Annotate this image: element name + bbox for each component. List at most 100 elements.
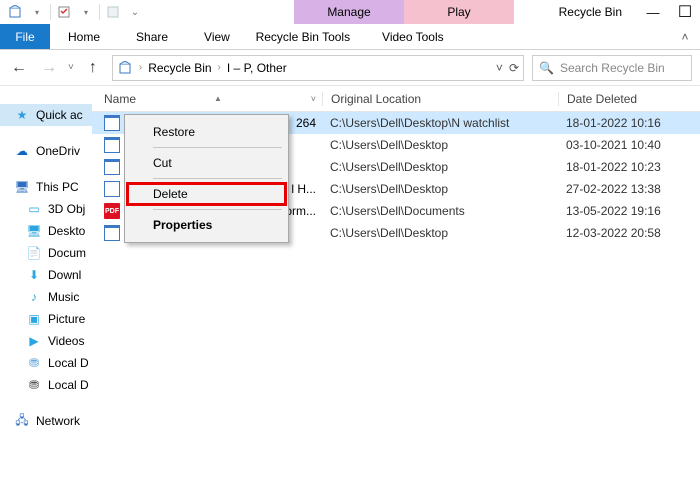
share-tab[interactable]: Share bbox=[118, 24, 186, 49]
cell-original-location: C:\Users\Dell\Desktop bbox=[322, 226, 558, 240]
separator bbox=[153, 209, 282, 210]
ribbon-tabs: File Home Share View Recycle Bin Tools V… bbox=[0, 24, 700, 50]
video-icon: ▶ bbox=[26, 333, 42, 349]
view-tab[interactable]: View bbox=[186, 24, 248, 49]
blank-icon[interactable] bbox=[104, 3, 122, 21]
address-dropdown-icon[interactable]: ˅ bbox=[496, 61, 503, 75]
contextual-tabs: Manage Play bbox=[294, 0, 514, 24]
context-menu-delete[interactable]: Delete bbox=[125, 181, 288, 207]
forward-button[interactable]: → bbox=[38, 57, 60, 79]
sidebar-item-network[interactable]: 🖧 Network bbox=[0, 410, 92, 432]
qat-customize-icon[interactable]: ⌄ bbox=[126, 3, 144, 21]
cell-date-deleted: 12-03-2022 20:58 bbox=[558, 226, 700, 240]
video-tools-tab[interactable]: Video Tools bbox=[358, 24, 468, 49]
home-tab[interactable]: Home bbox=[50, 24, 118, 49]
sidebar-item-local-disk[interactable]: ⛃ Local D bbox=[0, 352, 92, 374]
sidebar-item-label: Deskto bbox=[48, 224, 85, 238]
sidebar-item-pictures[interactable]: ▣ Picture bbox=[0, 308, 92, 330]
properties-icon[interactable] bbox=[55, 3, 73, 21]
cell-date-deleted: 18-01-2022 10:16 bbox=[558, 116, 700, 130]
cell-date-deleted: 27-02-2022 13:38 bbox=[558, 182, 700, 196]
column-header-date-deleted[interactable]: Date Deleted bbox=[558, 92, 700, 106]
sidebar-item-label: Local D bbox=[48, 356, 89, 370]
cell-date-deleted: 13-05-2022 19:16 bbox=[558, 204, 700, 218]
maximize-button[interactable]: ☐ bbox=[670, 0, 700, 24]
sidebar-item-label: Quick ac bbox=[36, 108, 83, 122]
file-icon bbox=[104, 115, 120, 131]
file-list: Name ▲ ˅ Original Location Date Deleted … bbox=[92, 86, 700, 501]
cell-original-location: C:\Users\Dell\Desktop\N watchlist bbox=[322, 116, 558, 130]
chevron-down-icon[interactable]: ▾ bbox=[28, 3, 46, 21]
separator bbox=[99, 4, 100, 20]
picture-icon: ▣ bbox=[26, 311, 42, 327]
recycle-bin-tools-tab[interactable]: Recycle Bin Tools bbox=[248, 24, 358, 49]
sidebar-item-label: Videos bbox=[48, 334, 84, 348]
sidebar-item-label: Music bbox=[48, 290, 79, 304]
cell-name-tail: orm... bbox=[285, 204, 316, 218]
column-header-name[interactable]: Name ▲ ˅ bbox=[96, 92, 322, 106]
sidebar-item-quick-access[interactable]: ★ Quick ac bbox=[0, 104, 92, 126]
window-title: Recycle Bin bbox=[553, 5, 636, 19]
disk-icon: ⛃ bbox=[26, 355, 42, 371]
column-dropdown-icon[interactable]: ˅ bbox=[311, 94, 316, 104]
chevron-down-icon[interactable]: ▾ bbox=[77, 3, 95, 21]
address-bar[interactable]: › Recycle Bin › I – P, Other ˅ ⟳ bbox=[112, 55, 524, 81]
cell-original-location: C:\Users\Dell\Desktop bbox=[322, 138, 558, 152]
sidebar-item-documents[interactable]: 📄 Docum bbox=[0, 242, 92, 264]
title-bar: ▾ ▾ ⌄ Manage Play Recycle Bin — ☐ bbox=[0, 0, 700, 24]
pdf-file-icon: PDF bbox=[104, 203, 120, 219]
cell-original-location: C:\Users\Dell\Desktop bbox=[322, 182, 558, 196]
sidebar-item-label: 3D Obj bbox=[48, 202, 85, 216]
sidebar-item-desktop[interactable]: 🖥 Deskto bbox=[0, 220, 92, 242]
cell-name-tail: l H... bbox=[291, 182, 316, 196]
search-input[interactable] bbox=[560, 61, 700, 75]
title-right: Recycle Bin — ☐ bbox=[553, 0, 700, 24]
collapse-ribbon-icon[interactable]: ˄ bbox=[670, 24, 700, 49]
sidebar-item-this-pc[interactable]: 🖥 This PC bbox=[0, 176, 92, 198]
file-tab[interactable]: File bbox=[0, 24, 50, 49]
video-file-icon bbox=[104, 181, 120, 197]
column-label: Date Deleted bbox=[567, 92, 637, 106]
context-menu-restore[interactable]: Restore bbox=[125, 119, 288, 145]
refresh-icon[interactable]: ⟳ bbox=[509, 61, 519, 75]
cloud-icon: ☁ bbox=[14, 143, 30, 159]
sidebar-item-3d-objects[interactable]: ▭ 3D Obj bbox=[0, 198, 92, 220]
context-menu-cut[interactable]: Cut bbox=[125, 150, 288, 176]
breadcrumb-separator-icon[interactable]: › bbox=[216, 62, 223, 73]
sidebar-item-label: Network bbox=[36, 414, 80, 428]
navigation-bar: ← → ˅ ↑ › Recycle Bin › I – P, Other ˅ ⟳… bbox=[0, 50, 700, 86]
pc-icon: 🖥 bbox=[14, 179, 30, 195]
context-menu-properties[interactable]: Properties bbox=[125, 212, 288, 238]
context-menu: Restore Cut Delete Properties bbox=[124, 114, 289, 243]
recycle-bin-icon bbox=[117, 60, 133, 76]
sidebar-item-videos[interactable]: ▶ Videos bbox=[0, 330, 92, 352]
sidebar-item-local-disk[interactable]: ⛃ Local D bbox=[0, 374, 92, 396]
breadcrumb-root[interactable]: Recycle Bin bbox=[148, 61, 211, 75]
sidebar-item-downloads[interactable]: ⬇ Downl bbox=[0, 264, 92, 286]
separator bbox=[50, 4, 51, 20]
cell-original-location: C:\Users\Dell\Documents bbox=[322, 204, 558, 218]
search-box[interactable]: 🔍 bbox=[532, 55, 692, 81]
column-header-original-location[interactable]: Original Location bbox=[322, 92, 558, 106]
file-icon bbox=[104, 225, 120, 241]
quick-access-toolbar: ▾ ▾ ⌄ bbox=[0, 0, 150, 24]
sidebar-item-label: Picture bbox=[48, 312, 85, 326]
history-dropdown-icon[interactable]: ˅ bbox=[68, 62, 74, 73]
minimize-button[interactable]: — bbox=[638, 0, 668, 24]
back-button[interactable]: ← bbox=[8, 57, 30, 79]
sidebar-item-label: OneDriv bbox=[36, 144, 80, 158]
sidebar-item-onedrive[interactable]: ☁ OneDriv bbox=[0, 140, 92, 162]
contextual-tab-play[interactable]: Play bbox=[404, 0, 514, 24]
up-button[interactable]: ↑ bbox=[82, 57, 104, 79]
contextual-tab-manage[interactable]: Manage bbox=[294, 0, 404, 24]
sidebar-item-music[interactable]: ♪ Music bbox=[0, 286, 92, 308]
breadcrumb-path[interactable]: I – P, Other bbox=[227, 61, 287, 75]
column-label: Original Location bbox=[331, 92, 421, 106]
navigation-pane[interactable]: ★ Quick ac ☁ OneDriv 🖥 This PC ▭ 3D Obj … bbox=[0, 86, 92, 501]
cell-original-location: C:\Users\Dell\Desktop bbox=[322, 160, 558, 174]
cell-date-deleted: 03-10-2021 10:40 bbox=[558, 138, 700, 152]
document-icon: 📄 bbox=[26, 245, 42, 261]
sidebar-item-label: Local D bbox=[48, 378, 89, 392]
column-label: Name bbox=[104, 92, 136, 106]
breadcrumb-separator-icon[interactable]: › bbox=[137, 62, 144, 73]
